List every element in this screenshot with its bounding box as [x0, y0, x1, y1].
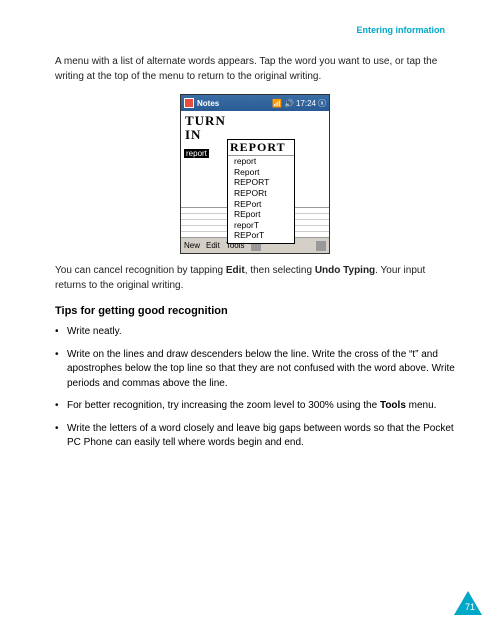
- pda-clock: 17:24: [296, 99, 316, 108]
- intro-paragraph: A menu with a list of alternate words ap…: [55, 55, 455, 84]
- popup-item: report: [228, 156, 294, 167]
- popup-item: REPort: [228, 199, 294, 210]
- pda-screenshot: Notes 📶 🔊 17:24 ⓧ TURN IN report REPORT …: [55, 94, 455, 254]
- menu-new: New: [184, 241, 200, 250]
- pda-titlebar: Notes 📶 🔊 17:24 ⓧ: [181, 95, 329, 111]
- cancel-paragraph: You can cancel recognition by tapping Ed…: [55, 264, 455, 293]
- ok-icon: ⓧ: [318, 98, 326, 109]
- tip-item: For better recognition, try increasing t…: [55, 399, 455, 414]
- alternates-popup: REPORT report Report REPORT REPORt REPor…: [227, 139, 295, 244]
- popup-handwriting: REPORT: [228, 140, 294, 156]
- start-icon: [184, 98, 194, 108]
- pda-writing-area: TURN IN report REPORT report Report REPO…: [181, 111, 329, 207]
- tip-item: Write neatly.: [55, 325, 455, 340]
- header-section-link: Entering information: [55, 25, 445, 35]
- selected-word: report: [184, 149, 209, 158]
- signal-icon: 📶: [272, 99, 282, 108]
- popup-item: REPORT: [228, 177, 294, 188]
- pda-app-title: Notes: [197, 99, 269, 108]
- tips-heading: Tips for getting good recognition: [55, 305, 455, 317]
- sip-icon: [316, 241, 326, 251]
- pda-status-icons: 📶 🔊 17:24 ⓧ: [272, 98, 326, 109]
- popup-item: REport: [228, 209, 294, 220]
- popup-item: REPorT: [228, 230, 294, 241]
- speaker-icon: 🔊: [284, 99, 294, 108]
- pda-frame: Notes 📶 🔊 17:24 ⓧ TURN IN report REPORT …: [180, 94, 330, 254]
- menu-edit: Edit: [206, 241, 220, 250]
- tips-list: Write neatly. Write on the lines and dra…: [55, 325, 455, 451]
- tip-item: Write on the lines and draw descenders b…: [55, 348, 455, 392]
- tip-item: Write the letters of a word closely and …: [55, 422, 455, 451]
- popup-item: REPORt: [228, 188, 294, 199]
- page-number: 71: [465, 602, 475, 612]
- popup-item: reporT: [228, 220, 294, 231]
- popup-item: Report: [228, 167, 294, 178]
